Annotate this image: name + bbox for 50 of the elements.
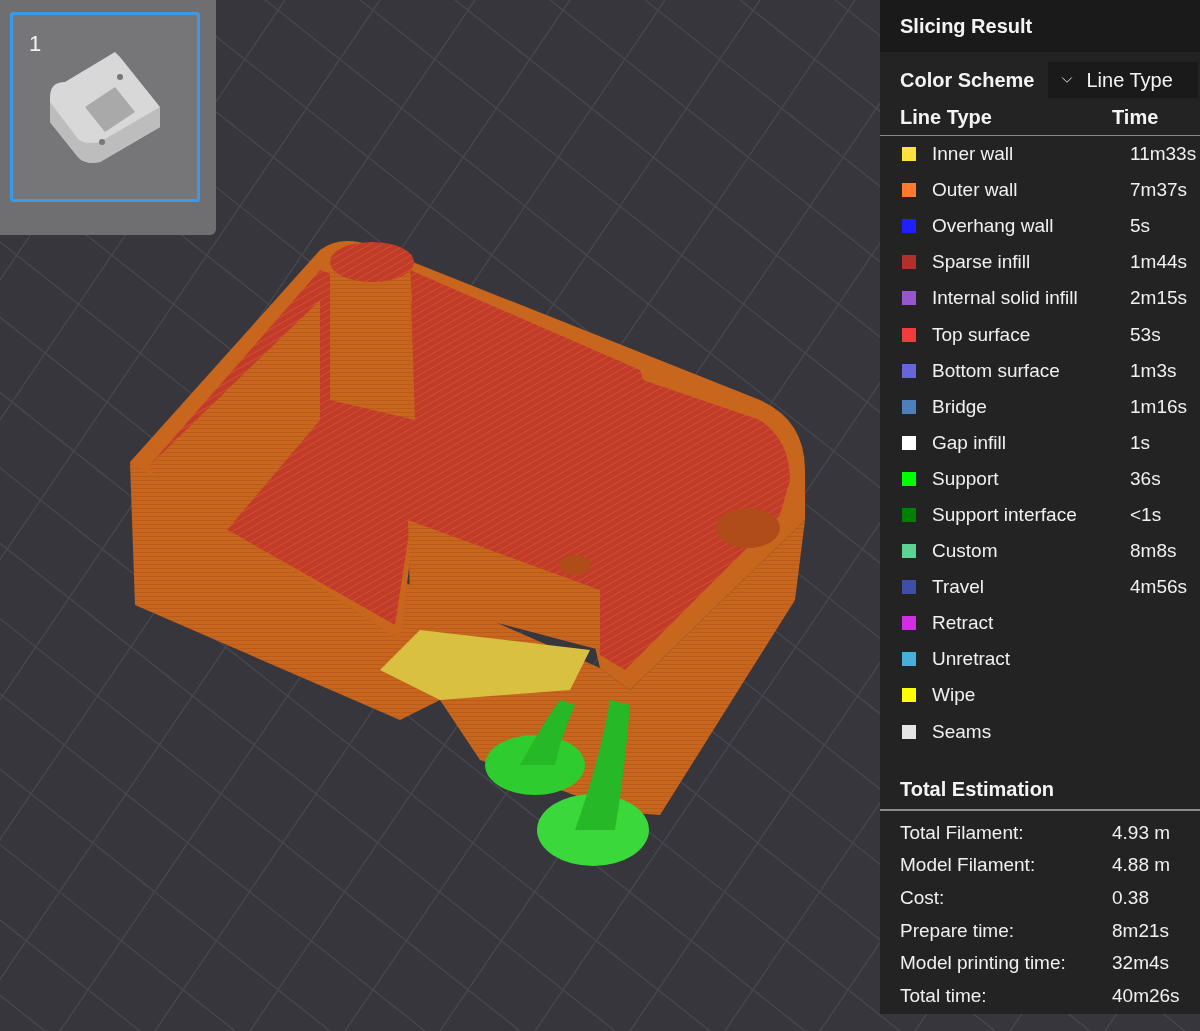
line-type-time: 2m15s <box>1130 287 1189 310</box>
line-type-time: 11m33s <box>1130 143 1198 166</box>
column-header: Time <box>1112 106 1160 129</box>
line-type-name: Inner wall <box>931 143 1015 166</box>
line-type-time: 1s <box>1130 431 1152 454</box>
line-type-name: Top surface <box>931 323 1032 346</box>
line-type-name: Travel <box>931 576 986 599</box>
line-type-name: Retract <box>931 612 995 635</box>
line-type-time: 1m3s <box>1130 359 1178 382</box>
line-type-time: 1m44s <box>1130 251 1189 274</box>
estimate-label: Cost: <box>900 887 946 910</box>
line-type-time: 5s <box>1130 215 1152 238</box>
line-type-time: 4m56s <box>1130 576 1189 599</box>
line-type-name: Internal solid infill <box>931 287 1079 310</box>
line-type-time: 8m8s <box>1130 540 1178 563</box>
panel-title: Slicing Result <box>900 14 1033 38</box>
line-type-name: Bridge <box>931 395 988 418</box>
plate-thumbnail[interactable]: 1 <box>10 12 200 202</box>
estimate-label: Model Filament: <box>900 854 1037 877</box>
line-type-time: 1m16s <box>1130 395 1189 418</box>
line-type-name: Support <box>931 467 1000 490</box>
estimate-label: Model printing time: <box>900 952 1067 975</box>
estimate-value: 32m4s <box>1112 952 1171 975</box>
line-type-name: Outer wall <box>931 179 1019 202</box>
line-type-name: Bottom surface <box>931 359 1061 382</box>
estimate-value: 0.38 <box>1112 887 1150 910</box>
line-type-time: 53s <box>1130 323 1162 346</box>
line-type-name: Overhang wall <box>931 215 1055 238</box>
estimate-value: 4.93 m <box>1112 821 1172 844</box>
line-type-name: Gap infill <box>931 431 1007 454</box>
line-type-name: Support interface <box>931 504 1078 526</box>
line-type-name: Wipe <box>931 684 977 707</box>
line-type-time: 36s <box>1130 467 1162 490</box>
estimate-label: Total time: <box>900 984 988 1007</box>
estimate-value: 8m21s <box>1112 919 1171 942</box>
column-header: Line Type <box>900 106 993 129</box>
line-type-name: Unretract <box>931 648 1012 671</box>
color-scheme-label: Color Scheme <box>900 68 1035 92</box>
estimate-value: 40m26s <box>1112 984 1181 1007</box>
estimate-value: 4.88 m <box>1112 854 1172 877</box>
estimate-label: Prepare time: <box>900 919 1016 942</box>
color-scheme-dropdown[interactable]: Line Type <box>1048 62 1199 98</box>
plate-number: 1 <box>29 31 42 57</box>
section-title: Total Estimation <box>900 777 1055 800</box>
line-type-time: <1s <box>1130 504 1163 526</box>
line-type-name: Sparse infill <box>931 251 1032 274</box>
line-type-time: 7m37s <box>1130 179 1189 202</box>
line-type-name: Custom <box>931 540 999 563</box>
estimate-label: Total Filament: <box>900 821 1025 844</box>
line-type-name: Seams <box>931 720 993 743</box>
